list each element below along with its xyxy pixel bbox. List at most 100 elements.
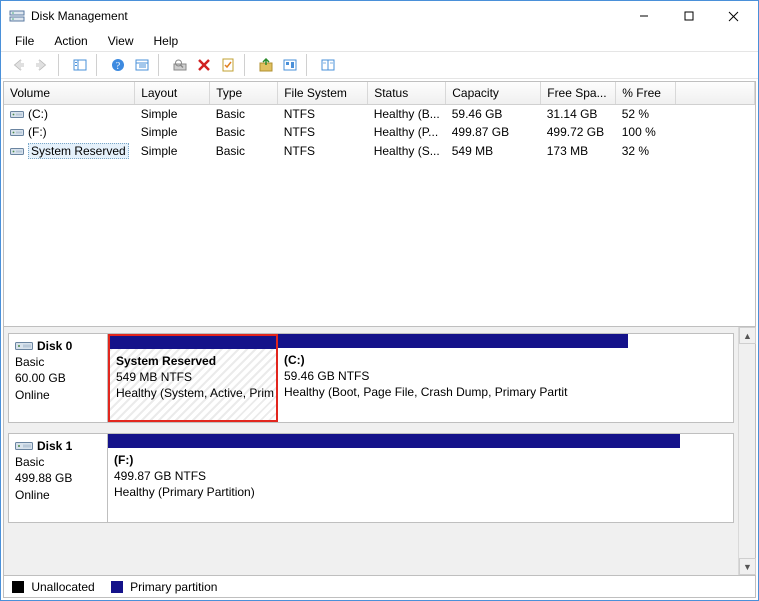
toolbar: ? <box>1 51 758 79</box>
disk-row[interactable]: Disk 1Basic499.88 GBOnline(F:)499.87 GB … <box>8 433 734 523</box>
disk-type: Basic <box>15 454 101 470</box>
partition-status: Healthy (Primary Partition) <box>114 484 674 500</box>
show-hide-tree-button[interactable] <box>69 54 91 76</box>
table-row[interactable]: System Reserved SimpleBasicNTFSHealthy (S… <box>4 141 755 161</box>
volume-layout: Simple <box>135 104 210 123</box>
volume-list-pane: Volume Layout Type File System Status Ca… <box>4 82 755 327</box>
nav-forward-button[interactable] <box>31 54 53 76</box>
volume-name: System Reserved <box>28 143 129 159</box>
action2-button[interactable] <box>279 54 301 76</box>
scroll-down-button[interactable]: ▼ <box>739 558 756 575</box>
disk-graphic-pane: Disk 0Basic60.00 GBOnlineSystem Reserved… <box>4 327 755 575</box>
volume-table[interactable]: Volume Layout Type File System Status Ca… <box>4 82 755 161</box>
partition-status: Healthy (Boot, Page File, Crash Dump, Pr… <box>284 384 622 400</box>
menu-action[interactable]: Action <box>46 32 95 50</box>
volume-status: Healthy (S... <box>368 141 446 161</box>
volume-capacity: 549 MB <box>446 141 541 161</box>
table-row[interactable]: (F:) SimpleBasicNTFSHealthy (P...499.87 G… <box>4 123 755 141</box>
disk-header[interactable]: Disk 0Basic60.00 GBOnline <box>8 333 108 423</box>
disk-name: Disk 1 <box>37 439 72 453</box>
partition-size: 59.46 GB NTFS <box>284 368 622 384</box>
column-header-row[interactable]: Volume Layout Type File System Status Ca… <box>4 82 755 104</box>
volume-layout: Simple <box>135 123 210 141</box>
action3-button[interactable] <box>317 54 339 76</box>
col-filesystem[interactable]: File System <box>278 82 368 104</box>
disk-type: Basic <box>15 354 101 370</box>
volume-free: 499.72 GB <box>541 123 616 141</box>
volume-status: Healthy (P... <box>368 123 446 141</box>
volume-type: Basic <box>210 104 278 123</box>
action1-button[interactable] <box>255 54 277 76</box>
volume-type: Basic <box>210 123 278 141</box>
drive-icon <box>10 126 24 138</box>
volume-fs: NTFS <box>278 141 368 161</box>
legend-unallocated: Unallocated <box>12 580 95 594</box>
disk-size: 60.00 GB <box>15 370 101 386</box>
properties-button[interactable] <box>217 54 239 76</box>
partition-label: (C:) <box>284 352 622 368</box>
partition-size: 499.87 GB NTFS <box>114 468 674 484</box>
volume-pct: 52 % <box>616 104 676 123</box>
partition[interactable]: System Reserved549 MB NTFSHealthy (Syste… <box>108 334 278 422</box>
col-status[interactable]: Status <box>368 82 446 104</box>
volume-free: 31.14 GB <box>541 104 616 123</box>
svg-text:?: ? <box>116 61 121 72</box>
volume-status: Healthy (B... <box>368 104 446 123</box>
disk-row[interactable]: Disk 0Basic60.00 GBOnlineSystem Reserved… <box>8 333 734 423</box>
volume-name: (F:) <box>28 125 47 139</box>
menu-view[interactable]: View <box>100 32 142 50</box>
scroll-up-button[interactable]: ▲ <box>739 327 756 344</box>
partition-label: (F:) <box>114 452 674 468</box>
volume-layout: Simple <box>135 141 210 161</box>
disk-state: Online <box>15 387 101 403</box>
swatch-primary-icon <box>111 581 123 593</box>
col-spacer <box>676 82 755 104</box>
disk-size: 499.88 GB <box>15 470 101 486</box>
legend-primary: Primary partition <box>111 580 218 594</box>
col-capacity[interactable]: Capacity <box>446 82 541 104</box>
volume-type: Basic <box>210 141 278 161</box>
scan-button[interactable] <box>169 54 191 76</box>
partition-size: 549 MB NTFS <box>116 369 270 385</box>
col-freespace[interactable]: Free Spa... <box>541 82 616 104</box>
menu-help[interactable]: Help <box>146 32 187 50</box>
disk-partitions: System Reserved549 MB NTFSHealthy (Syste… <box>108 333 734 423</box>
titlebar: Disk Management <box>1 1 758 31</box>
volume-capacity: 59.46 GB <box>446 104 541 123</box>
disk-icon <box>15 440 33 452</box>
col-volume[interactable]: Volume <box>4 82 135 104</box>
help-button[interactable]: ? <box>107 54 129 76</box>
partition-stripe <box>109 335 277 349</box>
menubar: File Action View Help <box>1 31 758 51</box>
partition-stripe <box>278 334 628 348</box>
partition[interactable]: (F:)499.87 GB NTFSHealthy (Primary Parti… <box>108 434 680 522</box>
partition[interactable]: (C:)59.46 GB NTFSHealthy (Boot, Page Fil… <box>278 334 628 422</box>
settings-button[interactable] <box>131 54 153 76</box>
vertical-scrollbar[interactable]: ▲ ▼ <box>738 327 755 575</box>
disk-state: Online <box>15 487 101 503</box>
menu-file[interactable]: File <box>7 32 42 50</box>
col-pctfree[interactable]: % Free <box>616 82 676 104</box>
nav-back-button[interactable] <box>7 54 29 76</box>
swatch-unallocated-icon <box>12 581 24 593</box>
disk-partitions: (F:)499.87 GB NTFSHealthy (Primary Parti… <box>108 433 734 523</box>
legend-bar: Unallocated Primary partition <box>4 575 755 597</box>
volume-capacity: 499.87 GB <box>446 123 541 141</box>
delete-button[interactable] <box>193 54 215 76</box>
window-title: Disk Management <box>31 9 128 23</box>
close-button[interactable] <box>711 1 756 31</box>
disk-header[interactable]: Disk 1Basic499.88 GBOnline <box>8 433 108 523</box>
volume-name: (C:) <box>28 107 48 121</box>
volume-free: 173 MB <box>541 141 616 161</box>
partition-label: System Reserved <box>116 353 270 369</box>
table-row[interactable]: (C:)SimpleBasicNTFSHealthy (B...59.46 GB… <box>4 104 755 123</box>
disk-icon <box>15 340 33 352</box>
col-layout[interactable]: Layout <box>135 82 210 104</box>
volume-fs: NTFS <box>278 123 368 141</box>
col-type[interactable]: Type <box>210 82 278 104</box>
maximize-button[interactable] <box>666 1 711 31</box>
partition-stripe <box>108 434 680 448</box>
minimize-button[interactable] <box>621 1 666 31</box>
content: Volume Layout Type File System Status Ca… <box>3 81 756 598</box>
partition-status: Healthy (System, Active, Prim <box>116 385 270 401</box>
